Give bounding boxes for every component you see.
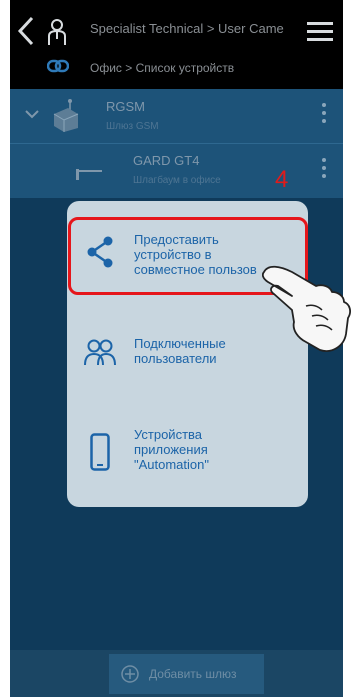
- header-title: Specialist Technical > User Came: [90, 21, 284, 36]
- hamburger-menu-icon[interactable]: [305, 18, 335, 46]
- plus-circle-icon: [121, 665, 139, 683]
- user-icon[interactable]: [46, 17, 68, 47]
- device-name: RGSM: [106, 99, 145, 114]
- device-name: GARD GT4: [133, 153, 200, 168]
- connected-users-label: Подключенные пользователи: [134, 336, 226, 366]
- device-menu-icon[interactable]: [320, 158, 328, 184]
- smartphone-icon: [90, 433, 110, 471]
- automation-devices-label: Устройства приложения "Automation": [134, 427, 209, 472]
- step-number: 4: [275, 166, 289, 193]
- device-menu-icon[interactable]: [320, 103, 328, 129]
- breadcrumb: Офис > Список устройств: [90, 61, 235, 75]
- device-row-gard-gt4[interactable]: GARD GT4 Шлагбаум в офисе: [10, 144, 343, 198]
- device-row-rgsm[interactable]: RGSM Шлюз GSM: [10, 89, 343, 143]
- link-icon: [47, 59, 69, 73]
- add-gateway-button[interactable]: Добавить шлюз: [109, 654, 264, 694]
- gateway-icon: [53, 99, 79, 132]
- users-icon: [84, 339, 116, 366]
- chevron-left-icon[interactable]: [14, 14, 40, 48]
- barrier-icon: [76, 169, 102, 180]
- chevron-down-icon[interactable]: [25, 109, 39, 119]
- app-header: Specialist Technical > User Came Офис > …: [10, 0, 343, 89]
- automation-devices-item[interactable]: Устройства приложения "Automation": [67, 415, 308, 501]
- add-gateway-label: Добавить шлюз: [149, 667, 237, 681]
- device-list: RGSM Шлюз GSM GARD GT4 Шлагбаум в офисе: [10, 89, 343, 198]
- device-type: Шлюз GSM: [106, 121, 159, 132]
- device-type: Шлагбаум в офисе: [133, 175, 221, 186]
- pointing-hand-icon: [262, 265, 351, 352]
